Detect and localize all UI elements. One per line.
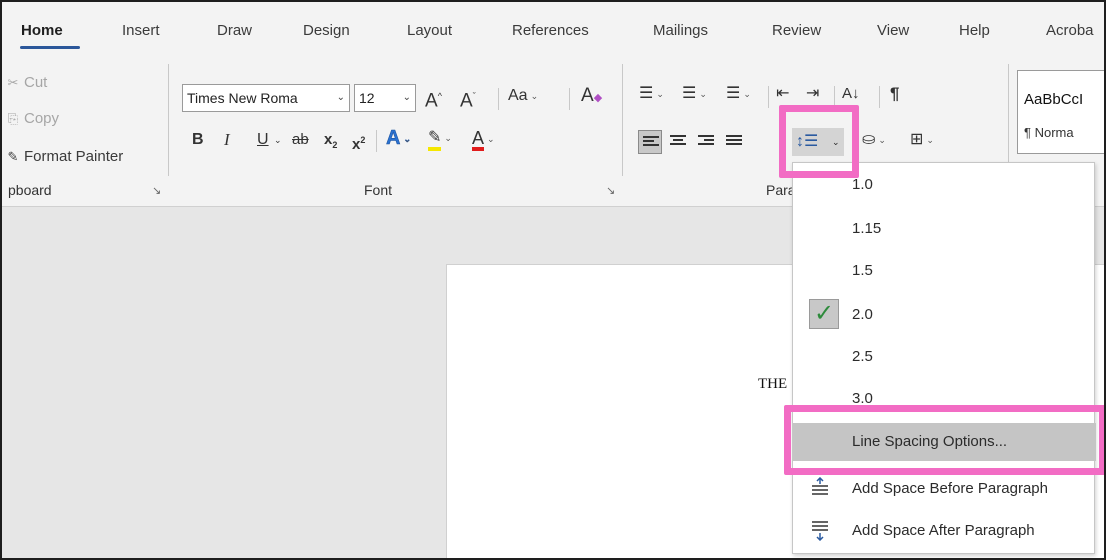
tab-insert[interactable]: Insert	[122, 22, 160, 39]
word-window: Home Insert Draw Design Layout Reference…	[0, 0, 1106, 560]
line-spacing-option-1-15[interactable]: 1.15	[793, 209, 1096, 249]
borders-button[interactable]: ⊞ ⌄	[910, 128, 934, 152]
add-space-after-icon	[812, 521, 828, 541]
bold-button[interactable]: B	[192, 128, 204, 152]
tab-view[interactable]: View	[877, 22, 909, 39]
font-group-label: Font	[364, 182, 393, 198]
scissors-icon: ✂	[7, 75, 19, 90]
tab-acrobat[interactable]: Acroba	[1046, 22, 1094, 39]
add-space-after-item[interactable]: Add Space After Paragraph	[793, 511, 1096, 551]
chevron-down-icon: ⌄	[336, 92, 345, 103]
increase-indent-icon: ⇥	[806, 85, 820, 102]
shrink-font-button[interactable]: Aˇ	[460, 84, 476, 113]
line-spacing-option-2-5[interactable]: 2.5	[793, 337, 1096, 377]
font-name-combo[interactable]: Times New Roma ⌄	[182, 84, 350, 112]
subscript-button[interactable]: x2	[324, 128, 337, 157]
text-effects-button[interactable]: A ⌄	[386, 126, 411, 151]
align-right-icon	[698, 135, 714, 149]
cut-button[interactable]: ✂ Cut	[6, 74, 48, 91]
tab-help[interactable]: Help	[959, 22, 990, 39]
copy-icon: ⎘	[7, 111, 19, 126]
decrease-indent-button[interactable]: ⇤	[776, 82, 789, 106]
multilevel-list-icon: ☰	[726, 85, 741, 103]
line-spacing-menu: 1.0 1.15 1.5 ✓ 2.0 2.5 3.0 Line Spacing …	[792, 162, 1096, 554]
line-spacing-option-3-0[interactable]: 3.0	[793, 379, 1096, 419]
selected-indicator: ✓	[809, 299, 839, 329]
copy-button[interactable]: ⎘ Copy	[6, 110, 59, 127]
add-space-before-item[interactable]: Add Space Before Paragraph	[793, 469, 1096, 509]
group-divider	[622, 64, 623, 176]
justify-icon	[726, 135, 742, 149]
document-text: THE	[758, 376, 788, 392]
active-tab-indicator	[20, 46, 80, 49]
clipboard-group-label: pboard	[8, 182, 52, 198]
numbering-icon: ☰	[682, 85, 697, 103]
line-spacing-option-1-0[interactable]: 1.0	[793, 165, 1096, 205]
tab-review[interactable]: Review	[772, 22, 821, 39]
clipboard-launcher-icon[interactable]: ↘	[152, 184, 161, 197]
shading-button[interactable]: ⛀ ⌄	[862, 128, 886, 152]
line-spacing-button[interactable]: ↕☰ ⌄	[792, 128, 844, 156]
style-normal-preview: AaBbCcI	[1024, 91, 1084, 108]
superscript-button[interactable]: x2	[352, 128, 365, 157]
tab-home[interactable]: Home	[21, 22, 63, 39]
tab-design[interactable]: Design	[303, 22, 350, 39]
group-divider	[1008, 64, 1009, 176]
group-divider	[168, 64, 169, 176]
align-left-button[interactable]	[638, 130, 662, 154]
font-launcher-icon[interactable]: ↘	[606, 184, 615, 197]
paint-bucket-icon: ⛀	[862, 131, 876, 149]
tab-references[interactable]: References	[512, 22, 589, 39]
chevron-down-icon: ⌄	[402, 92, 411, 103]
align-center-icon	[670, 135, 686, 149]
line-spacing-icon: ↕☰	[796, 133, 819, 150]
numbering-button[interactable]: ☰ ⌄	[682, 82, 707, 106]
font-size-combo[interactable]: 12 ⌄	[354, 84, 416, 112]
tab-draw[interactable]: Draw	[217, 22, 252, 39]
add-space-before-icon	[812, 477, 828, 495]
bullets-button[interactable]: ☰ ⌄	[639, 82, 664, 106]
show-marks-button[interactable]: ¶	[890, 82, 899, 106]
checkmark-icon: ✓	[814, 300, 835, 327]
styles-gallery[interactable]: AaBbCcI ¶ Norma	[1017, 70, 1104, 154]
underline-button[interactable]: U	[257, 128, 269, 152]
font-color-button[interactable]: A ⌄	[472, 126, 495, 151]
strikethrough-button[interactable]: ab	[292, 128, 309, 152]
multilevel-list-button[interactable]: ☰ ⌄	[726, 82, 751, 106]
ribbon-tab-bar: Home Insert Draw Design Layout Reference…	[2, 2, 1104, 54]
borders-icon: ⊞	[910, 131, 924, 149]
tab-mailings[interactable]: Mailings	[653, 22, 708, 39]
chevron-down-icon: ⌄	[832, 137, 840, 147]
align-right-button[interactable]	[694, 130, 718, 154]
align-left-icon	[643, 136, 659, 150]
increase-indent-button[interactable]: ⇥	[806, 82, 819, 106]
eraser-icon: ◆	[593, 92, 603, 104]
paintbrush-icon: ✎	[7, 149, 19, 164]
highlighter-icon: ✎	[428, 129, 442, 152]
bullets-icon: ☰	[639, 85, 654, 103]
change-case-button[interactable]: Aa ⌄	[508, 84, 538, 108]
align-center-button[interactable]	[666, 130, 690, 154]
format-painter-button[interactable]: ✎ Format Painter	[6, 148, 124, 165]
underline-dropdown-chevron-down-icon[interactable]: ⌄	[274, 128, 282, 152]
line-spacing-options-item[interactable]: Line Spacing Options...	[793, 423, 1096, 461]
style-normal-label: ¶ Norma	[1024, 125, 1074, 140]
grow-font-button[interactable]: A^	[425, 84, 442, 113]
sort-button[interactable]: A↓	[842, 82, 860, 106]
text-highlight-button[interactable]: ✎ ⌄	[428, 126, 452, 152]
tab-layout[interactable]: Layout	[407, 22, 452, 39]
line-spacing-option-1-5[interactable]: 1.5	[793, 251, 1096, 291]
clear-formatting-button[interactable]: A◆	[581, 84, 602, 110]
line-spacing-option-2-0[interactable]: ✓ 2.0	[793, 295, 1096, 335]
italic-button[interactable]: I	[224, 128, 230, 152]
justify-button[interactable]	[722, 130, 746, 154]
decrease-indent-icon: ⇤	[776, 85, 790, 102]
